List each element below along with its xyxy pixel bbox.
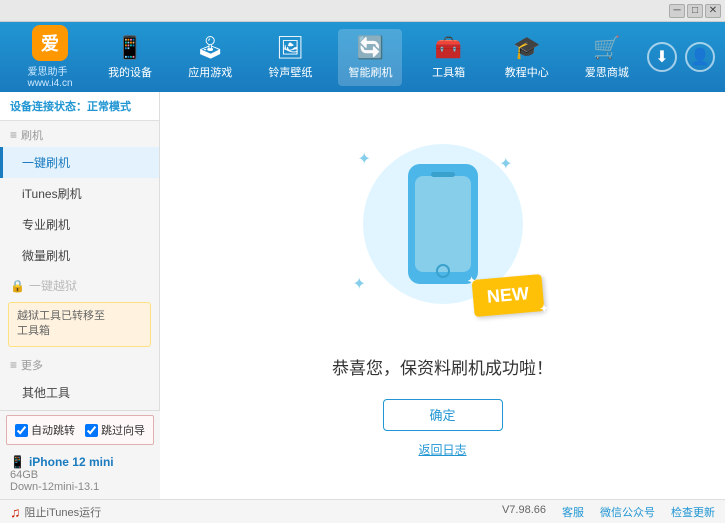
toolbox-icon: 🧰 <box>435 35 462 61</box>
device-icon: 📱 <box>116 35 143 61</box>
phone-home-button <box>436 264 450 278</box>
sidebar-item-one-key-flash[interactable]: 一键刷机 <box>0 147 159 178</box>
sidebar-item-other-tools[interactable]: 其他工具 <box>0 377 159 408</box>
nav-flash-label: 智能刷机 <box>348 64 392 80</box>
skip-wizard-checkbox-label[interactable]: 跳过向导 <box>85 422 145 438</box>
sidebar-item-micro-flash[interactable]: 微量刷机 <box>0 240 159 271</box>
download-button[interactable]: ⬇ <box>647 42 677 72</box>
apps-icon: 🕹 <box>196 35 224 61</box>
nav-my-device[interactable]: 📱 我的设备 <box>98 29 162 86</box>
nav-shop[interactable]: 🛒 爱思商城 <box>575 29 639 86</box>
logo-icon: 爱 <box>32 25 68 61</box>
flash-icon: 🔄 <box>357 35 384 61</box>
section-more-header: ≡ 更多 <box>0 351 159 377</box>
shop-icon: 🛒 <box>593 35 620 61</box>
status-right: V7.98.66 客服 微信公众号 检查更新 <box>502 504 715 520</box>
status-bar: ♫ 阻止iTunes运行 V7.98.66 客服 微信公众号 检查更新 <box>0 499 725 523</box>
status-value: 正常模式 <box>87 101 131 113</box>
nav-smart-flash[interactable]: 🔄 智能刷机 <box>338 29 402 86</box>
nav-wallpaper[interactable]: 🖼 铃声壁纸 <box>258 29 322 86</box>
confirm-button[interactable]: 确定 <box>383 399 503 431</box>
success-illustration: ✦ ✦ ✦ NEW <box>343 134 543 334</box>
device-system: Down-12mini-13.1 <box>10 481 150 493</box>
section-more-label: 更多 <box>21 357 43 373</box>
wechat-link[interactable]: 微信公众号 <box>600 504 655 520</box>
nav-wallpaper-label: 铃声壁纸 <box>268 64 312 80</box>
nav-actions: ⬇ 👤 <box>647 42 715 72</box>
nav-apps-label: 应用游戏 <box>188 64 232 80</box>
auto-jump-checkbox[interactable] <box>15 424 28 437</box>
minimize-button[interactable]: ─ <box>669 4 685 18</box>
wallpaper-icon: 🖼 <box>276 35 304 61</box>
back-link[interactable]: 返回日志 <box>418 441 466 458</box>
auto-jump-label: 自动跳转 <box>31 422 75 438</box>
nav-tutorial-label: 教程中心 <box>505 64 549 80</box>
tutorial-icon: 🎓 <box>513 35 540 61</box>
device-info: 📱 iPhone 12 mini 64GB Down-12mini-13.1 <box>0 449 160 499</box>
user-button[interactable]: 👤 <box>685 42 715 72</box>
sidebar-item-itunes-flash[interactable]: iTunes刷机 <box>0 178 159 209</box>
support-link[interactable]: 客服 <box>562 504 584 520</box>
sparkle-icon-1: ✦ <box>358 149 371 169</box>
check-update-link[interactable]: 检查更新 <box>671 504 715 520</box>
sidebar-item-pro-flash[interactable]: 专业刷机 <box>0 209 159 240</box>
phone-notch <box>431 172 455 177</box>
nav-apps-games[interactable]: 🕹 应用游戏 <box>178 29 242 86</box>
header: 爱 爱思助手 www.i4.cn 📱 我的设备 🕹 应用游戏 🖼 铃声壁纸 🔄 … <box>0 22 725 92</box>
lock-icon: 🔒 <box>10 279 25 293</box>
maximize-button[interactable]: □ <box>687 4 703 18</box>
success-message: 恭喜您，保资料刷机成功啦！ <box>332 354 553 379</box>
bottom-panel: 自动跳转 跳过向导 📱 iPhone 12 mini 64GB Down-12m… <box>0 410 160 499</box>
logo-text: 爱思助手 www.i4.cn <box>27 63 72 89</box>
device-storage: 64GB <box>10 469 150 481</box>
sparkle-icon-2: ✦ <box>499 154 512 174</box>
connection-status: 设备连接状态：正常模式 <box>0 92 159 121</box>
status-label: 设备连接状态： <box>10 101 87 113</box>
section-flash-label: 刷机 <box>21 127 43 143</box>
title-bar: ─ □ ✕ <box>0 0 725 22</box>
section-jailbreak-header: 🔒 一键越狱 <box>0 271 159 298</box>
skip-wizard-label: 跳过向导 <box>101 422 145 438</box>
itunes-label[interactable]: 阻止iTunes运行 <box>25 504 102 520</box>
footer-left: ♫ 阻止iTunes运行 <box>10 504 101 520</box>
nav-tutorial[interactable]: 🎓 教程中心 <box>495 29 559 86</box>
jailbreak-note: 越狱工具已转移至工具箱 <box>8 302 151 347</box>
section-icon: ≡ <box>10 128 17 142</box>
device-name: 📱 iPhone 12 mini <box>10 455 150 469</box>
nav-toolbox[interactable]: 🧰 工具箱 <box>419 29 479 86</box>
itunes-icon: ♫ <box>10 504 21 520</box>
nav-shop-label: 爱思商城 <box>585 64 629 80</box>
content-area: ✦ ✦ ✦ NEW 恭喜您，保资料刷机成功啦！ 确定 返回日志 <box>160 92 725 499</box>
section-jailbreak-label: 一键越狱 <box>29 277 77 294</box>
section-flash-header: ≡ 刷机 <box>0 121 159 147</box>
phone-screen <box>415 176 471 272</box>
version-label: V7.98.66 <box>502 504 546 520</box>
auto-jump-checkbox-label[interactable]: 自动跳转 <box>15 422 75 438</box>
new-badge: NEW <box>471 274 544 317</box>
close-button[interactable]: ✕ <box>705 4 721 18</box>
nav-toolbox-label: 工具箱 <box>432 64 465 80</box>
logo: 爱 爱思助手 www.i4.cn <box>10 25 90 89</box>
nav-my-device-label: 我的设备 <box>108 64 152 80</box>
sparkle-icon-3: ✦ <box>353 274 366 294</box>
nav-bar: 📱 我的设备 🕹 应用游戏 🖼 铃声壁纸 🔄 智能刷机 🧰 工具箱 🎓 教程中心… <box>90 29 647 86</box>
phone-icon: 📱 <box>10 455 25 469</box>
phone-image <box>408 164 478 284</box>
checkbox-row: 自动跳转 跳过向导 <box>6 415 154 445</box>
more-icon: ≡ <box>10 358 17 372</box>
skip-wizard-checkbox[interactable] <box>85 424 98 437</box>
